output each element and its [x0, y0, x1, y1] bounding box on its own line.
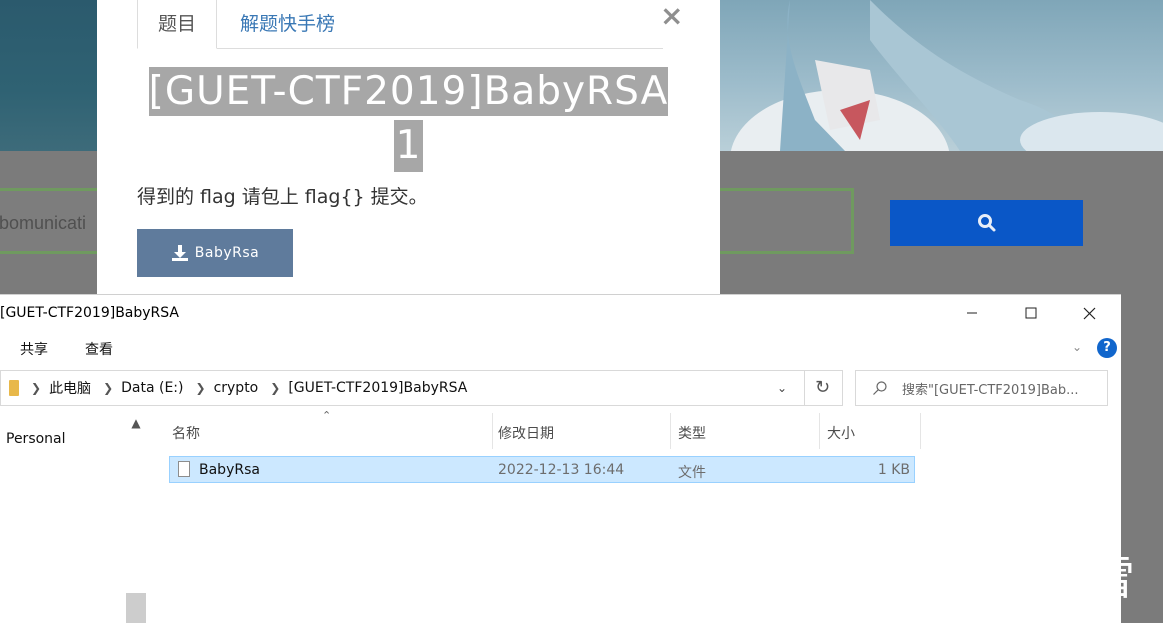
maximize-icon: [1025, 307, 1037, 319]
help-icon[interactable]: ?: [1097, 338, 1117, 358]
scrollbar-thumb[interactable]: [126, 593, 146, 623]
chevron-right-icon[interactable]: ❯: [270, 381, 280, 395]
refresh-icon[interactable]: ↻: [815, 377, 830, 398]
search-placeholder: 搜索"[GUET-CTF2019]Bab...: [902, 382, 1079, 398]
search-icon: [977, 214, 995, 232]
sort-ascending-icon: ⌃: [322, 409, 332, 422]
site-search-button: [890, 200, 1083, 246]
download-attachment-button[interactable]: BabyRsa: [137, 229, 293, 277]
snowflake-icon: ❄: [995, 546, 1037, 604]
download-label: BabyRsa: [194, 245, 260, 261]
tab-solve-ranking[interactable]: 解题快手榜: [220, 0, 355, 48]
close-icon: [1083, 307, 1095, 319]
window-close-button[interactable]: [1060, 295, 1118, 331]
column-divider[interactable]: [819, 413, 820, 449]
challenge-title: [GUET-CTF2019]BabyRSA 1: [97, 67, 720, 172]
column-divider[interactable]: [492, 413, 493, 449]
scroll-up-icon[interactable]: ▲: [126, 413, 146, 433]
challenge-title-line2: 1: [393, 120, 424, 172]
challenge-title-line1: [GUET-CTF2019]BabyRSA: [148, 67, 669, 116]
breadcrumb-this-pc[interactable]: 此电脑: [49, 378, 91, 398]
address-bar[interactable]: ❯ 此电脑 ❯ Data (E:) ❯ crypto ❯ [GUET-CTF20…: [0, 370, 843, 406]
chevron-right-icon[interactable]: ❯: [31, 381, 41, 395]
column-divider[interactable]: [670, 413, 671, 449]
breadcrumb-crypto[interactable]: crypto: [214, 380, 259, 396]
file-list: ⌃ 名称 修改日期 类型 大小 BabyRsa 2022-12-13 16:44…: [165, 409, 925, 623]
challenge-modal: 题目 解题快手榜 × [GUET-CTF2019]BabyRSA 1 得到的 f…: [97, 0, 720, 296]
chevron-right-icon[interactable]: ❯: [103, 381, 113, 395]
search-icon: [873, 381, 887, 395]
navigation-row: ❯ 此电脑 ❯ Data (E:) ❯ crypto ❯ [GUET-CTF20…: [0, 369, 1121, 409]
navigation-pane: Personal ▲: [0, 413, 146, 623]
file-type: 文件: [678, 465, 706, 481]
column-header-type[interactable]: 类型: [678, 423, 706, 443]
watermark-text: 看雪: [1042, 551, 1135, 605]
ribbon-tab-share[interactable]: 共享: [20, 339, 48, 359]
column-header-size[interactable]: 大小: [827, 423, 855, 443]
file-row[interactable]: BabyRsa 2022-12-13 16:44 文件 1 KB: [169, 456, 915, 483]
file-modified: 2022-12-13 16:44: [498, 462, 625, 478]
maximize-button[interactable]: [1002, 295, 1060, 331]
chevron-down-icon[interactable]: ⌄: [777, 381, 787, 395]
chevron-right-icon[interactable]: ❯: [196, 381, 206, 395]
file-size: 1 KB: [877, 462, 910, 478]
ribbon: 共享 查看 ⌄: [0, 331, 1121, 363]
tab-question[interactable]: 题目: [137, 0, 218, 49]
file-explorer-window: [GUET-CTF2019]BabyRSA 共享 查看 ⌄ ? ❯ 此电脑 ❯ …: [0, 294, 1121, 623]
file-icon: [178, 461, 190, 477]
site-search-text: bomunicati: [0, 213, 87, 233]
minimize-button[interactable]: [943, 295, 1001, 331]
window-title: [GUET-CTF2019]BabyRSA: [0, 305, 179, 321]
close-icon[interactable]: ×: [660, 2, 683, 30]
watermark: ❄ 看雪: [995, 542, 1135, 608]
sidebar-item-personal[interactable]: Personal: [6, 431, 66, 447]
folder-icon: [9, 380, 19, 396]
file-name: BabyRsa: [199, 462, 260, 478]
modal-tabs: 题目 解题快手榜: [137, 0, 663, 49]
breadcrumb-current-folder[interactable]: [GUET-CTF2019]BabyRSA: [288, 380, 467, 396]
minimize-icon: [967, 312, 977, 314]
divider: [804, 371, 805, 405]
column-header-modified[interactable]: 修改日期: [498, 423, 554, 443]
banner-illustration: [720, 0, 1163, 151]
chevron-down-icon[interactable]: ⌄: [1072, 340, 1082, 354]
challenge-description: 得到的 flag 请包上 flag{} 提交。: [137, 186, 428, 208]
breadcrumb-drive[interactable]: Data (E:): [121, 380, 183, 396]
ribbon-tab-view[interactable]: 查看: [85, 339, 113, 359]
search-input[interactable]: 搜索"[GUET-CTF2019]Bab...: [855, 370, 1108, 406]
column-header-name[interactable]: 名称: [172, 423, 200, 443]
column-divider[interactable]: [920, 413, 921, 449]
download-icon: [171, 245, 188, 261]
